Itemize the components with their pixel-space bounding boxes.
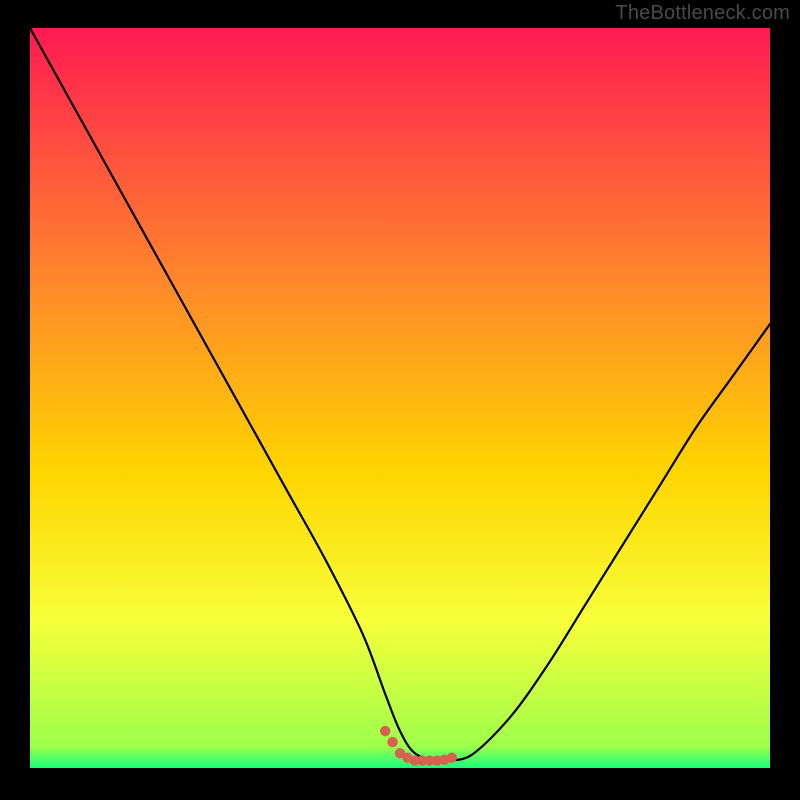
highlight-dot — [380, 726, 390, 736]
highlight-dot — [387, 737, 397, 747]
chart-frame: TheBottleneck.com — [0, 0, 800, 800]
bottleneck-chart — [30, 28, 770, 768]
watermark-text: TheBottleneck.com — [615, 2, 790, 25]
gradient-background — [30, 28, 770, 768]
highlight-dot — [447, 752, 457, 762]
plot-area — [30, 28, 770, 768]
